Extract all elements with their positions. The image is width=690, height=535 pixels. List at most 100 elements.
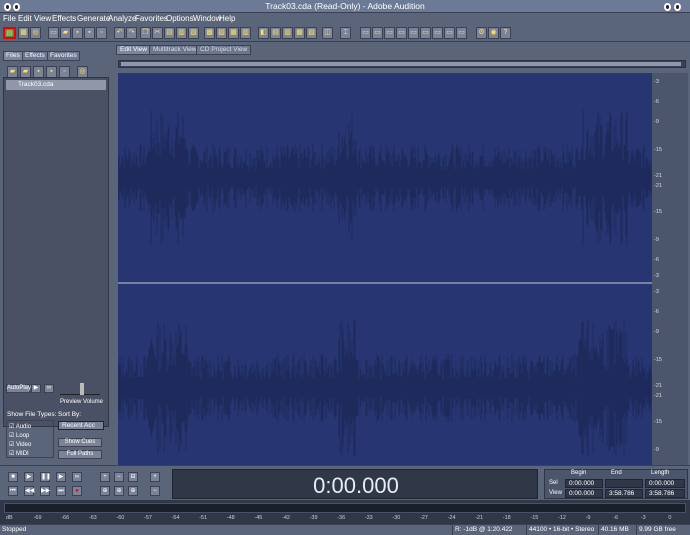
open-file-button[interactable]: ▰ — [60, 27, 71, 39]
new-file-button[interactable]: ▭ — [48, 27, 59, 39]
full-paths-button[interactable]: Full Paths — [58, 450, 102, 459]
menu-help[interactable]: Help — [219, 14, 235, 23]
window-3-button[interactable]: ▭ — [384, 27, 395, 39]
tab-multitrack-view[interactable]: Multitrack View — [149, 45, 201, 55]
spectral-view-button[interactable]: ▨ — [216, 27, 227, 39]
bars-2-button[interactable]: ▥ — [282, 27, 293, 39]
file-type-loop[interactable]: ☑ Loop — [9, 432, 29, 439]
sel-end-field[interactable] — [605, 479, 643, 488]
bars-button[interactable]: ▤ — [270, 27, 281, 39]
sel-length-field[interactable]: 0:00.000 — [645, 479, 685, 488]
tab-files[interactable]: Files — [3, 51, 23, 61]
ruler-label: -3 — [654, 289, 659, 295]
view-length-field[interactable]: 3:58.786 — [645, 489, 685, 498]
menu-favorites[interactable]: Favorites — [135, 14, 168, 23]
bars-3-button[interactable]: ▦ — [294, 27, 305, 39]
horizontal-scrollbar[interactable] — [118, 60, 686, 68]
save-as-button[interactable]: ▪ — [84, 27, 95, 39]
window-8-button[interactable]: ▭ — [444, 27, 455, 39]
sort-by-select[interactable]: Recent Acc — [58, 421, 104, 430]
toggle-view-button[interactable]: ▤ — [3, 27, 16, 39]
zoom-left-button[interactable]: ⊕ — [114, 486, 124, 496]
view-end-field[interactable]: 3:58.786 — [605, 489, 643, 498]
spectral-view-2-button[interactable]: ▥ — [240, 27, 251, 39]
multitrack-button[interactable]: ▦ — [18, 27, 29, 39]
save-button[interactable]: ▪ — [72, 27, 83, 39]
settings-button[interactable]: ⚙ — [476, 27, 487, 39]
waveform-display[interactable] — [118, 73, 652, 493]
paste-new-button[interactable]: ▥ — [176, 27, 187, 39]
window-1-button[interactable]: ▭ — [360, 27, 371, 39]
tab-favorites[interactable]: Favorites — [47, 51, 80, 61]
window-2-button[interactable]: ▭ — [372, 27, 383, 39]
file-item[interactable]: Track03.cda — [6, 80, 106, 90]
show-cues-button[interactable]: Show Cues — [58, 438, 102, 447]
go-to-start-button[interactable]: ⏮ — [8, 486, 18, 496]
bars-4-button[interactable]: ▧ — [306, 27, 317, 39]
sel-begin-field[interactable]: 0:00.000 — [565, 479, 603, 488]
file-list[interactable]: Track03.cda — [3, 77, 109, 427]
mix-paste-button[interactable]: ▧ — [188, 27, 199, 39]
tab-cd-project-view[interactable]: CD Project View — [196, 45, 252, 55]
zoom-in-horizontal-button[interactable]: + — [100, 472, 110, 482]
loop-button[interactable]: ∞ — [72, 472, 82, 482]
window-9-button[interactable]: ▭ — [456, 27, 467, 39]
zoom-in-vertical-button[interactable]: + — [150, 472, 160, 482]
autoplay-button[interactable]: AutoPlay — [6, 384, 31, 393]
sort-by-label: Sort By: — [58, 411, 82, 418]
copy-button[interactable]: ❐ — [140, 27, 151, 39]
menu-options[interactable]: Options — [166, 14, 194, 23]
file-type-video[interactable]: ☑ Video — [9, 441, 31, 448]
stop-button[interactable]: ■ — [8, 472, 18, 482]
cd-button[interactable]: ◉ — [488, 27, 499, 39]
window-4-button[interactable]: ▭ — [396, 27, 407, 39]
trim-button[interactable]: ▩ — [204, 27, 215, 39]
zoom-out-full-button[interactable]: ⊟ — [128, 472, 138, 482]
zoom-right-button[interactable]: ⊕ — [128, 486, 138, 496]
window-6-button[interactable]: ▭ — [420, 27, 431, 39]
tab-edit-view[interactable]: Edit View — [116, 45, 151, 55]
menu-analyze[interactable]: Analyze — [108, 14, 136, 23]
play-to-end-button[interactable]: ▶ — [56, 472, 66, 482]
preview-volume-slider[interactable] — [60, 383, 100, 395]
file-panel: Files Effects Favorites ▰ ▰ ▪ ▪ ▫ ◎ Trac… — [0, 45, 112, 463]
pause-button[interactable]: ❚❚ — [40, 472, 51, 482]
meter-tick: dB — [6, 515, 13, 521]
loop-preview-button[interactable]: ∞ — [44, 384, 54, 393]
window-5-button[interactable]: ▭ — [408, 27, 419, 39]
waveform-view-button[interactable]: ▦ — [228, 27, 239, 39]
redo-button[interactable]: ↷ — [126, 27, 137, 39]
menu-view[interactable]: View — [34, 14, 51, 23]
view-begin-field[interactable]: 0:00.000 — [565, 489, 603, 498]
menu-edit[interactable]: Edit — [18, 14, 32, 23]
menu-effects[interactable]: Effects — [52, 14, 76, 23]
cd-view-button[interactable]: ◎ — [30, 27, 41, 39]
menu-window[interactable]: Window — [193, 14, 221, 23]
ruler-label: -3 — [654, 273, 659, 279]
rewind-button[interactable]: ◀◀ — [24, 486, 34, 496]
channel-button[interactable]: ◫ — [322, 27, 333, 39]
record-button[interactable]: ● — [72, 486, 82, 496]
fast-forward-button[interactable]: ▶▶ — [40, 486, 50, 496]
window-7-button[interactable]: ▭ — [432, 27, 443, 39]
cat-ears-right-icon — [660, 1, 688, 12]
go-to-end-button[interactable]: ⏭ — [56, 486, 66, 496]
menu-file[interactable]: File — [3, 14, 16, 23]
play-preview-button[interactable]: ▶ — [31, 384, 41, 393]
paste-button[interactable]: ▤ — [164, 27, 175, 39]
play-button[interactable]: ▶ — [24, 472, 34, 482]
file-type-audio[interactable]: ☑ Audio — [9, 423, 31, 430]
zoom-out-vertical-button[interactable]: − — [150, 486, 160, 496]
tab-effects[interactable]: Effects — [22, 51, 48, 61]
close-file-button[interactable]: ▫ — [96, 27, 107, 39]
cursor-button[interactable]: ⌶ — [340, 27, 351, 39]
mix-button[interactable]: ◧ — [258, 27, 269, 39]
undo-button[interactable]: ↶ — [114, 27, 125, 39]
zoom-out-horizontal-button[interactable]: − — [114, 472, 124, 482]
ruler-label: -9 — [654, 119, 659, 125]
file-type-midi[interactable]: ☑ MIDI — [9, 450, 29, 457]
menu-generate[interactable]: Generate — [77, 14, 110, 23]
zoom-selection-button[interactable]: ⊕ — [100, 486, 110, 496]
cut-button[interactable]: ✂ — [152, 27, 163, 39]
help-button[interactable]: ? — [500, 27, 511, 39]
